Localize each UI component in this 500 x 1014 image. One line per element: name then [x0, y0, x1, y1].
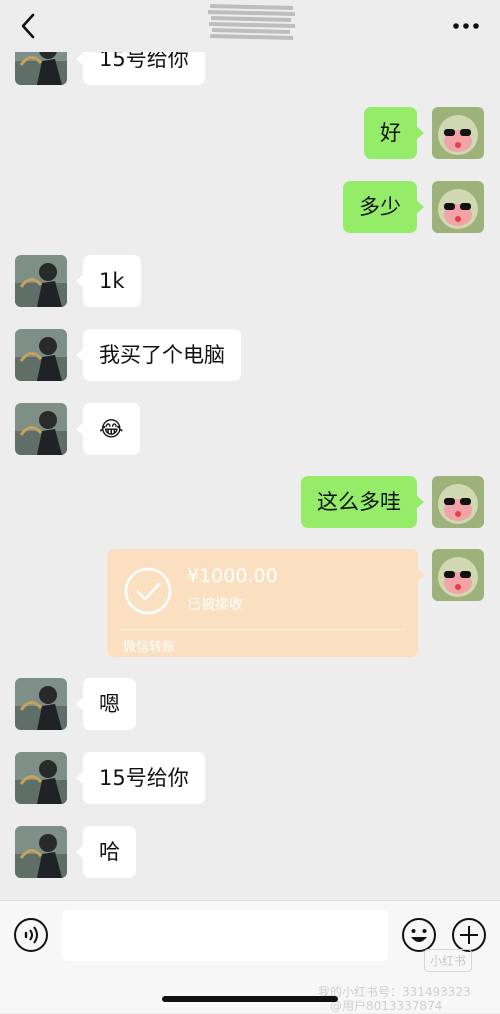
contact-avatar[interactable]: [15, 403, 67, 455]
transfer-footer: 微信转账: [123, 640, 176, 655]
message-bubble[interactable]: 哈: [76, 826, 136, 878]
emoji-icon[interactable]: [401, 917, 437, 953]
plus-icon[interactable]: [451, 917, 487, 953]
home-indicator[interactable]: [162, 996, 338, 1002]
message-input[interactable]: [62, 910, 388, 961]
top-bar: [0, 0, 500, 52]
more-dots-icon[interactable]: [450, 14, 482, 38]
watermark-logo: 小红书: [424, 949, 473, 972]
contact-avatar[interactable]: [15, 329, 67, 381]
transfer-amount: ¥1000.00: [187, 565, 278, 587]
self-avatar[interactable]: [432, 181, 484, 233]
voice-icon[interactable]: [13, 917, 49, 953]
back-arrow-icon[interactable]: [14, 10, 44, 42]
transfer-divider: [119, 629, 406, 630]
self-avatar[interactable]: [432, 549, 484, 601]
contact-avatar[interactable]: [15, 826, 67, 878]
check-circle-icon: [124, 567, 172, 615]
contact-avatar[interactable]: [15, 752, 67, 804]
contact-avatar[interactable]: [15, 255, 67, 307]
watermark-text: @用户8013337874: [330, 999, 443, 1013]
message-bubble[interactable]: 好: [364, 107, 424, 159]
message-bubble[interactable]: 多少: [343, 181, 424, 233]
transfer-status: 已被接收: [187, 597, 243, 613]
message-bubble[interactable]: 我买了个电脑: [76, 329, 241, 381]
message-bubble[interactable]: 15号给你: [76, 752, 205, 804]
message-bubble[interactable]: 这么多哇: [301, 476, 424, 528]
message-bubble[interactable]: 😂: [76, 403, 140, 455]
redacted-title: [207, 4, 296, 40]
chat-area: 15号给你 好 多少 1k 我买了个电脑 😂 这么多哇 ¥1000.00 已被接…: [0, 0, 500, 900]
self-avatar[interactable]: [432, 476, 484, 528]
contact-avatar[interactable]: [15, 678, 67, 730]
message-bubble[interactable]: 嗯: [76, 678, 136, 730]
message-bubble[interactable]: 1k: [76, 255, 141, 307]
transfer-card[interactable]: ¥1000.00 已被接收 微信转账: [107, 549, 425, 657]
self-avatar[interactable]: [432, 107, 484, 159]
